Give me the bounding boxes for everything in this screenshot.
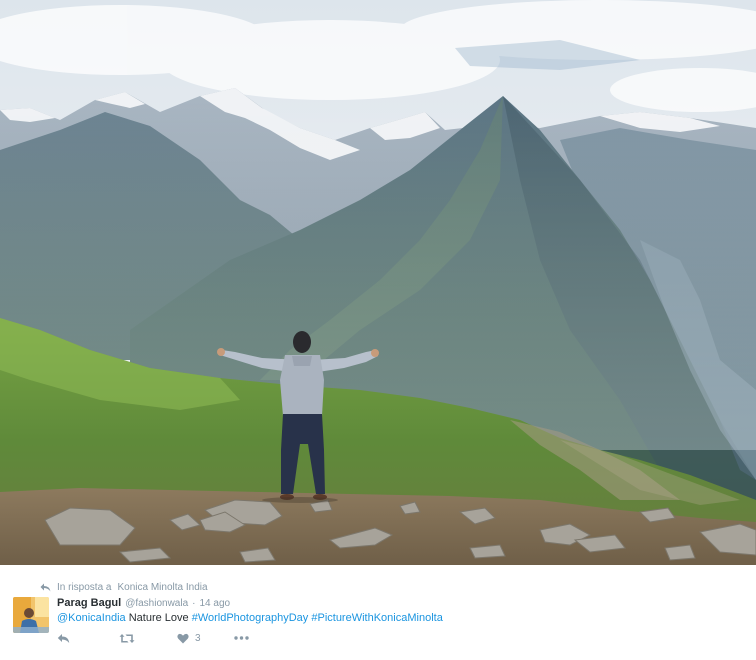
avatar-image [13,597,49,633]
reply-arrow-icon [40,583,51,591]
like-count: 3 [195,632,201,644]
tweet: In risposta a Konica Minolta India Parag… [0,565,756,660]
mountain-landscape-photo [0,0,756,565]
like-button[interactable]: 3 [177,633,234,644]
author-handle[interactable]: @fashionwala [125,598,188,609]
tweet-body-text: Nature Love [125,612,192,624]
tweet-actions: 3 [57,631,249,645]
retweet-icon [119,633,135,643]
reply-button[interactable] [57,633,119,644]
author-name[interactable]: Parag Bagul [57,597,121,609]
tweet-timestamp[interactable]: 14 ago [200,598,231,609]
avatar[interactable] [13,597,49,633]
hashtag-link-1[interactable]: #WorldPhotographyDay [192,612,309,624]
reply-prefix: In risposta a [57,581,112,593]
more-button[interactable] [234,636,249,640]
more-dots-icon [234,636,249,640]
reply-icon [57,633,70,643]
hashtag-link-2[interactable]: #PictureWithKonicaMinolta [311,612,442,624]
retweet-button[interactable] [119,633,177,644]
reply-context[interactable]: In risposta a Konica Minolta India [40,580,208,594]
reply-target-link[interactable]: Konica Minolta India [117,582,207,593]
header-separator: · [192,598,196,609]
mention-link[interactable]: @KonicaIndia [57,612,126,624]
tweet-text: @KonicaIndia Nature Love #WorldPhotograp… [57,612,443,626]
tweet-header: Parag Bagul @fashionwala · 14 ago [57,597,230,611]
tweet-photo[interactable] [0,0,756,565]
heart-icon [177,633,189,643]
